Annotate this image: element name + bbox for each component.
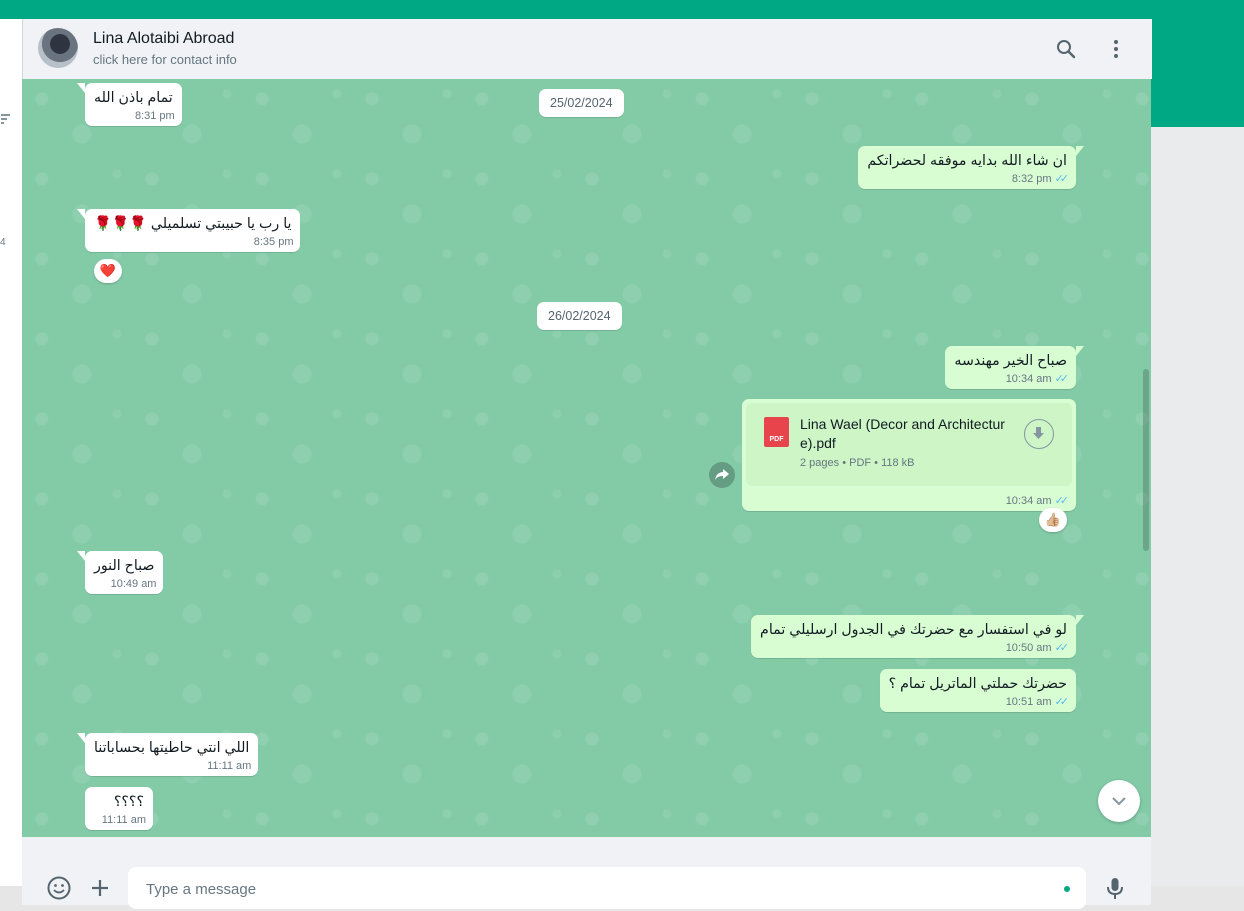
document-info: 2 pages • PDF • 118 kB	[800, 457, 915, 469]
message-incoming[interactable]: يا رب يا حبيبتي تسلميلي 🌹🌹🌹 8:35 pm	[77, 209, 301, 252]
download-icon[interactable]	[1024, 419, 1054, 449]
avatar[interactable]	[38, 28, 78, 68]
message-meta: 11:11 am	[102, 814, 146, 826]
message-incoming[interactable]: صباح النور 10:49 am	[77, 551, 164, 594]
microphone-icon[interactable]	[1102, 875, 1128, 901]
filter-icon[interactable]	[1, 114, 10, 126]
document-name: Lina Wael (Decor and Architecture).pdf	[800, 416, 1005, 451]
message-text: لو في استفسار مع حضرتك في الجدول ارسليلي…	[760, 622, 1067, 638]
message-meta: 10:50 am ✓✓	[1005, 641, 1070, 655]
message-time: 8:32 pm	[1011, 172, 1052, 185]
message-time: 10:34 am	[1005, 372, 1052, 385]
message-incoming[interactable]: تمام باذن الله 8:31 pm	[77, 83, 182, 126]
message-text: تمام باذن الله	[94, 90, 173, 106]
reaction-badge[interactable]: ❤️	[94, 259, 122, 283]
message-incoming[interactable]: ؟؟؟؟ 11:11 am	[85, 787, 153, 830]
message-meta: 10:34 am ✓✓	[1005, 372, 1070, 386]
chevron-down-icon	[1112, 797, 1126, 806]
message-meta: 8:35 pm	[254, 236, 294, 248]
attach-plus-icon[interactable]	[87, 875, 113, 901]
message-text: اللي انتي حاطيتها بحساباتنا	[94, 740, 250, 756]
message-outgoing[interactable]: ان شاء الله بدايه موفقه لحضراتكم 8:32 pm…	[858, 146, 1084, 189]
date-separator: 25/02/2024	[539, 89, 624, 117]
message-time: 10:34 am	[1005, 494, 1052, 507]
message-text: صباح النور	[94, 558, 155, 574]
contact-info-hint[interactable]: click here for contact info	[93, 52, 237, 67]
forward-icon[interactable]	[709, 462, 735, 488]
message-time: 10:51 am	[1005, 695, 1052, 708]
message-incoming[interactable]: اللي انتي حاطيتها بحساباتنا 11:11 am	[77, 733, 259, 776]
message-text: ان شاء الله بدايه موفقه لحضراتكم	[867, 153, 1067, 169]
pdf-file-icon: PDF	[764, 417, 789, 447]
message-input-box[interactable]	[128, 867, 1086, 911]
message-text: ؟؟؟؟	[113, 794, 144, 810]
reaction-badge[interactable]: 👍🏼	[1039, 508, 1067, 532]
read-receipt-icon: ✓✓	[1054, 173, 1070, 185]
emoji-icon[interactable]	[46, 875, 72, 901]
message-meta: 11:11 am	[207, 760, 251, 772]
message-time: 8:31 pm	[134, 110, 175, 122]
message-outgoing[interactable]: حضرتك حملتي الماتريل تمام ؟ 10:51 am ✓✓	[879, 669, 1076, 712]
read-receipt-icon: ✓✓	[1054, 696, 1070, 708]
message-meta: 10:51 am ✓✓	[1005, 695, 1070, 709]
document-card[interactable]: PDF Lina Wael (Decor and Architecture).p…	[746, 403, 1072, 486]
conversation-panel: Lina Alotaibi Abroad click here for cont…	[22, 19, 1152, 911]
read-receipt-icon: ✓✓	[1054, 495, 1070, 507]
menu-icon[interactable]	[1104, 37, 1128, 61]
chat-list-edge: 4	[0, 19, 23, 886]
message-text: يا رب يا حبيبتي تسلميلي 🌹🌹🌹	[94, 216, 292, 232]
search-icon[interactable]	[1054, 37, 1078, 61]
status-dot	[1064, 886, 1070, 892]
message-outgoing[interactable]: صباح الخير مهندسه 10:34 am ✓✓	[945, 346, 1084, 389]
message-list[interactable]: 25/02/2024 تمام باذن الله 8:31 pm ان شاء…	[22, 79, 1151, 837]
message-text: صباح الخير مهندسه	[954, 353, 1067, 369]
message-text: حضرتك حملتي الماتريل تمام ؟	[888, 676, 1067, 692]
read-receipt-icon: ✓✓	[1054, 373, 1070, 385]
message-input[interactable]	[144, 867, 1048, 911]
document-message[interactable]: PDF Lina Wael (Decor and Architecture).p…	[742, 399, 1076, 511]
scrollbar-thumb[interactable]	[1143, 369, 1149, 551]
message-meta: 10:49 am	[111, 578, 157, 590]
composer-bar	[22, 837, 1151, 911]
conversation-header[interactable]: Lina Alotaibi Abroad click here for cont…	[22, 19, 1152, 79]
message-time: 10:50 am	[1005, 641, 1052, 654]
message-time: 11:11 am	[207, 760, 252, 772]
scroll-to-bottom-button[interactable]	[1098, 780, 1140, 822]
message-meta: 8:32 pm ✓✓	[1011, 172, 1070, 186]
right-background	[1151, 127, 1244, 886]
date-separator: 26/02/2024	[537, 302, 622, 330]
message-meta: 10:34 am ✓✓	[1005, 494, 1070, 508]
message-outgoing[interactable]: لو في استفسار مع حضرتك في الجدول ارسليلي…	[751, 615, 1084, 658]
right-accent	[1151, 19, 1244, 127]
message-time: 11:11 am	[101, 814, 146, 826]
read-receipt-icon: ✓✓	[1054, 642, 1070, 654]
message-meta: 8:31 pm	[135, 110, 175, 122]
message-time: 8:35 pm	[253, 236, 294, 248]
message-scrollbar[interactable]	[1143, 87, 1149, 827]
message-time: 10:49 am	[110, 578, 157, 590]
contact-name[interactable]: Lina Alotaibi Abroad	[93, 30, 234, 48]
chat-list-count: 4	[0, 237, 6, 248]
